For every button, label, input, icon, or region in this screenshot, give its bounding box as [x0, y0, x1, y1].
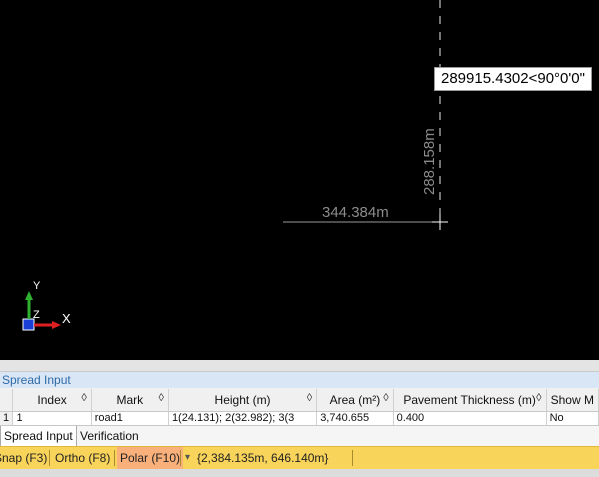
sort-icon[interactable]: ◊: [159, 392, 164, 404]
crosshair-cursor: [432, 214, 448, 230]
status-divider: [49, 450, 50, 466]
status-divider: [180, 450, 181, 466]
spread-table: Index ◊ Mark ◊ Height (m) ◊ Area (m²) ◊ Pave…: [0, 389, 599, 425]
column-header-index[interactable]: Index ◊: [12, 389, 92, 412]
canvas-graphics: [22, 0, 448, 331]
tab-verification[interactable]: Verification: [77, 426, 142, 446]
panel-title: Spread Input: [0, 372, 599, 388]
sort-icon[interactable]: ◊: [536, 392, 541, 404]
table-row[interactable]: 1 1 road1 1(24.131); 2(32.982); 3(3 3,74…: [0, 411, 599, 425]
ucs-icon: [22, 291, 61, 331]
chevron-down-icon[interactable]: ▾: [185, 447, 190, 469]
cell-show[interactable]: No: [546, 411, 599, 425]
column-header-show[interactable]: Show M: [546, 389, 599, 412]
panel-splitter[interactable]: [0, 360, 599, 372]
polar-toggle[interactable]: Polar (F10): [117, 447, 184, 469]
dimension-horizontal: 344.384m: [322, 204, 389, 221]
coordinate-readout: {2,384.135m, 646.140m}: [197, 451, 329, 465]
panel-tabs: Spread Input Verification: [0, 425, 599, 446]
row-header-corner: [0, 389, 14, 412]
polar-tooltip: 289915.4302<90°0'0": [434, 67, 592, 91]
ortho-toggle[interactable]: Ortho (F8): [55, 447, 110, 469]
column-header-mark[interactable]: Mark ◊: [91, 389, 169, 412]
sort-icon[interactable]: ◊: [307, 392, 312, 404]
drawing-canvas[interactable]: Y Z X 289915.4302<90°0'0" 344.384m 288.1…: [0, 0, 599, 360]
ucs-z-label: Z: [33, 309, 40, 321]
sort-icon[interactable]: ◊: [383, 392, 388, 404]
bottom-strip: [0, 469, 599, 477]
snap-toggle[interactable]: Snap (F3): [0, 447, 47, 469]
ucs-x-label: X: [62, 311, 71, 326]
dimension-vertical: 288.158m: [421, 128, 438, 195]
table-header-row: Index ◊ Mark ◊ Height (m) ◊ Area (m²) ◊ Pave…: [0, 389, 599, 412]
cell-area[interactable]: 3,740.655: [316, 411, 394, 425]
column-header-pavement[interactable]: Pavement Thickness (m) ◊: [393, 389, 547, 412]
cell-height[interactable]: 1(24.131); 2(32.982); 3(3: [168, 411, 318, 425]
cell-mark[interactable]: road1: [91, 411, 169, 425]
row-number[interactable]: 1: [0, 411, 14, 425]
tab-spread-input[interactable]: Spread Input: [0, 426, 77, 446]
status-bar: Snap (F3) Ortho (F8) Polar (F10) ▾ {2,38…: [0, 446, 599, 469]
status-divider: [114, 450, 115, 466]
cell-pavement[interactable]: 0.400: [393, 411, 547, 425]
status-divider: [352, 450, 353, 466]
cell-index[interactable]: 1: [12, 411, 92, 425]
column-header-height[interactable]: Height (m) ◊: [168, 389, 318, 412]
column-header-area[interactable]: Area (m²) ◊: [316, 389, 394, 412]
sort-icon[interactable]: ◊: [81, 392, 86, 404]
spread-input-panel: Spread Input Index ◊ Mark ◊ Height (m) ◊ Ar…: [0, 360, 599, 477]
ucs-y-label: Y: [33, 280, 41, 292]
